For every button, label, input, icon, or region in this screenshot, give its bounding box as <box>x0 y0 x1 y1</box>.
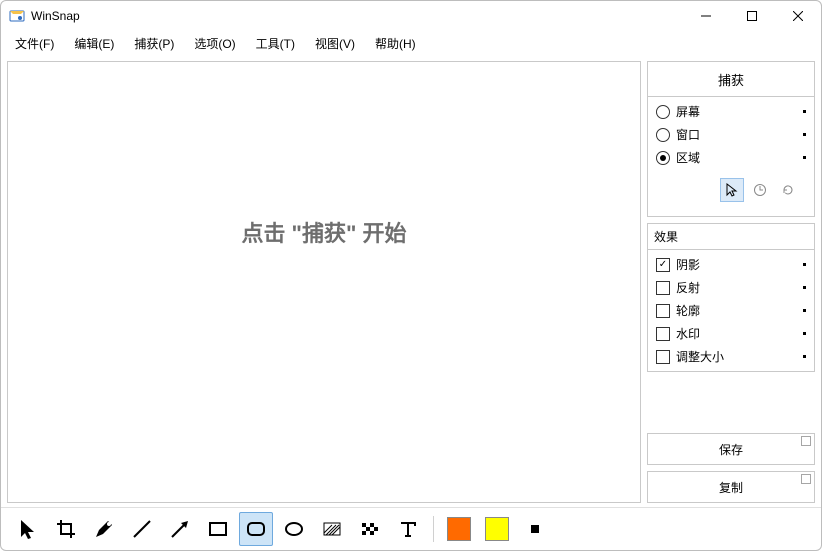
tool-bar <box>1 507 821 550</box>
capture-tool-row <box>656 172 806 208</box>
tool-pen[interactable] <box>87 512 121 546</box>
swatch-icon <box>447 517 471 541</box>
placeholder-text-pre: 点击 " <box>241 221 302 246</box>
tool-crop[interactable] <box>49 512 83 546</box>
radio-icon <box>656 151 670 165</box>
effect-label: 水印 <box>676 325 700 342</box>
effect-label: 反射 <box>676 279 700 296</box>
checkbox-icon <box>656 258 670 272</box>
tool-pixelate[interactable] <box>353 512 387 546</box>
app-icon <box>9 8 25 24</box>
tool-rectangle[interactable] <box>201 512 235 546</box>
checkbox-icon <box>656 304 670 318</box>
options-dot-icon <box>803 263 806 266</box>
capture-repeat-button[interactable] <box>776 178 800 202</box>
menu-edit[interactable]: 编辑(E) <box>64 31 124 56</box>
capture-mode-label: 屏幕 <box>676 103 700 120</box>
menu-tools[interactable]: 工具(T) <box>246 31 305 56</box>
effect-outline[interactable]: 轮廓 <box>656 302 806 319</box>
menu-file[interactable]: 文件(F) <box>5 31 64 56</box>
minimize-button[interactable] <box>683 1 729 31</box>
options-dot-icon <box>803 110 806 113</box>
capture-mode-label: 区域 <box>676 149 700 166</box>
right-panel: 捕获 屏幕 窗口 区域 <box>647 61 815 503</box>
effects-list: 阴影 反射 轮廓 水印 <box>648 250 814 371</box>
checkbox-icon <box>656 350 670 364</box>
options-dot-icon <box>803 355 806 358</box>
window-title: WinSnap <box>31 9 80 23</box>
canvas-placeholder: 点击 "捕获" 开始 <box>241 216 406 248</box>
menu-capture[interactable]: 捕获(P) <box>124 31 184 56</box>
close-button[interactable] <box>775 1 821 31</box>
radio-icon <box>656 105 670 119</box>
copy-label: 复制 <box>719 479 743 496</box>
tool-ellipse[interactable] <box>277 512 311 546</box>
canvas-area[interactable]: 点击 "捕获" 开始 <box>7 61 641 503</box>
action-buttons: 保存 复制 <box>647 433 815 503</box>
tool-arrow[interactable] <box>163 512 197 546</box>
application-window: WinSnap 文件(F) 编辑(E) 捕获(P) 选项(O) 工具(T) 视图… <box>0 0 822 551</box>
color-primary[interactable] <box>442 512 476 546</box>
menu-bar: 文件(F) 编辑(E) 捕获(P) 选项(O) 工具(T) 视图(V) 帮助(H… <box>1 31 821 55</box>
menu-help[interactable]: 帮助(H) <box>365 31 426 56</box>
radio-icon <box>656 128 670 142</box>
effect-shadow[interactable]: 阴影 <box>656 256 806 273</box>
capture-delay-button[interactable] <box>748 178 772 202</box>
effect-label: 轮廓 <box>676 302 700 319</box>
effect-label: 阴影 <box>676 256 700 273</box>
tool-select[interactable] <box>11 512 45 546</box>
menu-view[interactable]: 视图(V) <box>305 31 365 56</box>
effects-title: 效果 <box>648 224 814 250</box>
placeholder-text-emph: 捕获 <box>302 221 346 246</box>
effect-label: 调整大小 <box>676 348 724 365</box>
tool-blur[interactable] <box>315 512 349 546</box>
main-area: 点击 "捕获" 开始 捕获 屏幕 窗口 <box>1 55 821 507</box>
checkbox-icon <box>656 281 670 295</box>
capture-group: 捕获 屏幕 窗口 区域 <box>647 61 815 217</box>
capture-mode-region[interactable]: 区域 <box>656 149 806 166</box>
effects-group: 效果 阴影 反射 轮廓 <box>647 223 815 372</box>
save-button[interactable]: 保存 <box>647 433 815 465</box>
dropdown-indicator-icon <box>801 436 811 446</box>
copy-button[interactable]: 复制 <box>647 471 815 503</box>
capture-mode-screen[interactable]: 屏幕 <box>656 103 806 120</box>
capture-button[interactable]: 捕获 <box>648 62 814 97</box>
window-controls <box>683 1 821 31</box>
title-bar: WinSnap <box>1 1 821 31</box>
effect-reflect[interactable]: 反射 <box>656 279 806 296</box>
tool-text[interactable] <box>391 512 425 546</box>
options-dot-icon <box>803 286 806 289</box>
placeholder-text-post: " 开始 <box>346 221 407 246</box>
checkbox-icon <box>656 327 670 341</box>
save-label: 保存 <box>719 441 743 458</box>
options-dot-icon <box>803 309 806 312</box>
color-secondary[interactable] <box>480 512 514 546</box>
tool-roundrect[interactable] <box>239 512 273 546</box>
effect-resize[interactable]: 调整大小 <box>656 348 806 365</box>
capture-mode-label: 窗口 <box>676 126 700 143</box>
size-indicator-icon <box>531 525 539 533</box>
swatch-icon <box>485 517 509 541</box>
tool-line[interactable] <box>125 512 159 546</box>
dropdown-indicator-icon <box>801 474 811 484</box>
capture-mode-list: 屏幕 窗口 区域 <box>648 97 814 216</box>
options-dot-icon <box>803 156 806 159</box>
options-dot-icon <box>803 332 806 335</box>
capture-mode-window[interactable]: 窗口 <box>656 126 806 143</box>
maximize-button[interactable] <box>729 1 775 31</box>
effect-watermark[interactable]: 水印 <box>656 325 806 342</box>
menu-options[interactable]: 选项(O) <box>184 31 245 56</box>
toolbar-separator <box>433 516 434 542</box>
options-dot-icon <box>803 133 806 136</box>
stroke-size[interactable] <box>518 512 552 546</box>
capture-cursor-button[interactable] <box>720 178 744 202</box>
